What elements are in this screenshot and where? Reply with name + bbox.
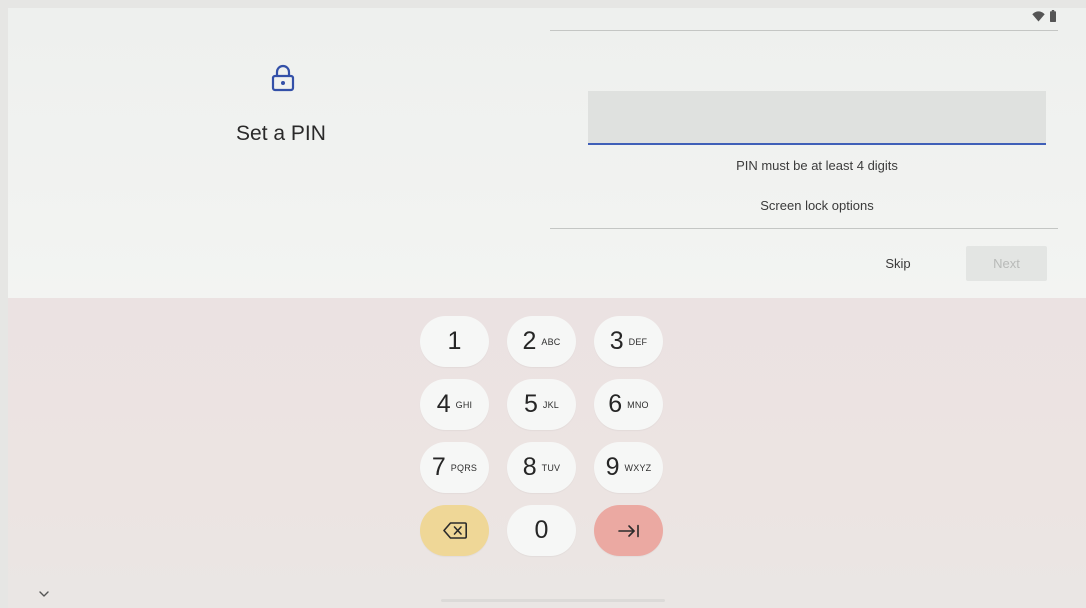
- key-8[interactable]: 8 TUV: [507, 442, 576, 493]
- key-digit: 4: [436, 390, 451, 418]
- nav-handle[interactable]: [441, 599, 665, 602]
- delete-key[interactable]: [420, 505, 489, 556]
- key-1[interactable]: 1: [420, 316, 489, 367]
- pin-input[interactable]: [588, 91, 1046, 145]
- status-bar: [1032, 10, 1056, 22]
- tab-arrow-icon: [617, 524, 639, 537]
- key-letters: JKL: [542, 399, 559, 410]
- skip-button[interactable]: Skip: [878, 256, 918, 271]
- key-digit: 0: [534, 516, 549, 544]
- battery-icon: [1050, 10, 1056, 22]
- key-letters: GHI: [455, 399, 473, 410]
- top-divider: [550, 30, 1058, 31]
- key-letters: MNO: [627, 399, 649, 410]
- key-6[interactable]: 6 MNO: [594, 379, 663, 430]
- enter-key[interactable]: [594, 505, 663, 556]
- backspace-icon: [442, 522, 467, 539]
- setup-panel: Set a PIN PIN must be at least 4 digits …: [8, 8, 1086, 298]
- key-digit: 8: [522, 453, 537, 481]
- key-7[interactable]: 7 PQRS: [420, 442, 489, 493]
- key-digit: 2: [522, 327, 537, 355]
- key-digit: 5: [523, 390, 538, 418]
- key-0[interactable]: 0: [507, 505, 576, 556]
- key-digit: 6: [608, 390, 623, 418]
- key-5[interactable]: 5 JKL: [507, 379, 576, 430]
- screen: Set a PIN PIN must be at least 4 digits …: [8, 8, 1086, 608]
- lock-icon: [271, 64, 295, 92]
- key-letters: WXYZ: [624, 462, 652, 473]
- chevron-down-icon[interactable]: [38, 590, 50, 598]
- bottom-divider: [550, 228, 1058, 229]
- key-letters: TUV: [541, 462, 561, 473]
- key-2[interactable]: 2 ABC: [507, 316, 576, 367]
- wifi-icon: [1032, 10, 1045, 21]
- pin-hint: PIN must be at least 4 digits: [736, 158, 898, 173]
- key-digit: 9: [605, 453, 620, 481]
- key-9[interactable]: 9 WXYZ: [594, 442, 663, 493]
- page-title: Set a PIN: [236, 122, 326, 145]
- key-letters: PQRS: [450, 462, 478, 473]
- key-digit: 7: [431, 453, 446, 481]
- key-letters: ABC: [541, 336, 561, 347]
- screen-lock-options-link[interactable]: Screen lock options: [588, 198, 1046, 213]
- next-button[interactable]: Next: [966, 246, 1047, 281]
- key-letters: DEF: [628, 336, 648, 347]
- key-4[interactable]: 4 GHI: [420, 379, 489, 430]
- key-3[interactable]: 3 DEF: [594, 316, 663, 367]
- key-digit: 3: [609, 327, 624, 355]
- key-digit: 1: [447, 327, 462, 355]
